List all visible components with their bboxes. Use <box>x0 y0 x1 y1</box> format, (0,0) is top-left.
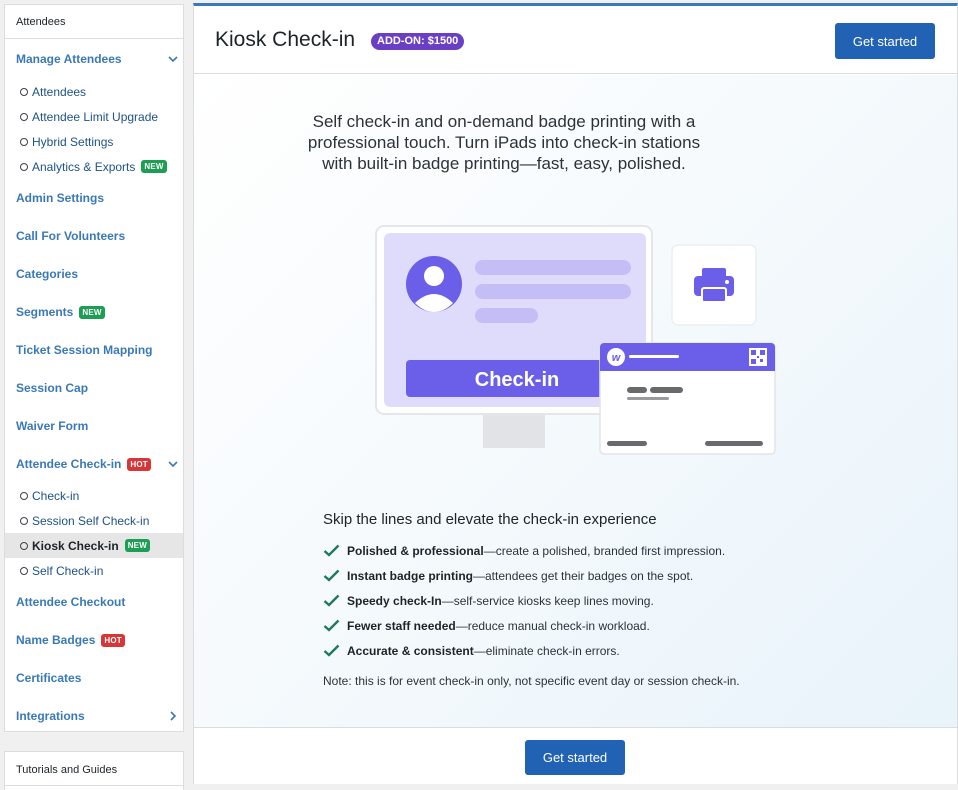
new-badge: NEW <box>124 539 150 552</box>
sidebar-item-integrations[interactable]: Integrations <box>5 697 183 735</box>
sidebar-item-categories[interactable]: Categories <box>5 255 183 293</box>
circle-icon <box>20 162 28 171</box>
check-icon <box>323 619 340 632</box>
sidebar-item-manage-attendees[interactable]: Manage Attendees <box>5 39 183 79</box>
sidebar-item-analytics-exports[interactable]: Analytics & Exports NEW <box>5 154 183 179</box>
sidebar-item-attendee-checkout[interactable]: Attendee Checkout <box>5 583 183 621</box>
sidebar-item-check-in[interactable]: Check-in <box>5 483 183 508</box>
hot-badge: HOT <box>101 633 125 647</box>
benefit-bold: Speedy check-In <box>347 593 442 608</box>
benefit-item: Accurate & consistent—eliminate check-in… <box>323 638 823 663</box>
sidebar-item-self-check-in[interactable]: Self Check-in <box>5 558 183 583</box>
badge-card: w <box>599 342 776 455</box>
new-badge: NEW <box>141 160 167 173</box>
benefit-bold: Fewer staff needed <box>347 618 456 633</box>
placeholder-line <box>475 260 631 275</box>
check-icon <box>323 544 340 557</box>
placeholder-line <box>475 308 538 323</box>
new-badge: NEW <box>79 305 105 319</box>
intro-text: Self check-in and on-demand badge printi… <box>307 112 701 173</box>
sidebar-item-session-self-check-in[interactable]: Session Self Check-in <box>5 508 183 533</box>
get-started-button-top[interactable]: Get started <box>835 23 935 59</box>
circle-icon <box>20 137 28 146</box>
sidebar-item-segments[interactable]: Segments NEW <box>5 293 183 331</box>
sidebar-item-kiosk-check-in[interactable]: Kiosk Check-in NEW <box>5 533 183 558</box>
chevron-down-icon <box>168 461 178 468</box>
circle-icon <box>20 541 28 550</box>
benefit-bold: Instant badge printing <box>347 568 473 583</box>
page-footer: Get started <box>194 727 957 784</box>
sidebar-item-hybrid-settings[interactable]: Hybrid Settings <box>5 129 183 154</box>
note-text: Note: this is for event check-in only, n… <box>323 674 740 688</box>
sidebar-item-attendee-check-in[interactable]: Attendee Check-in HOT <box>5 445 183 483</box>
circle-icon <box>20 87 28 96</box>
check-icon <box>323 569 340 582</box>
addon-price-badge: ADD-ON: $1500 <box>371 33 465 50</box>
benefits-title: Skip the lines and elevate the check-in … <box>323 511 657 528</box>
kiosk-illustration: Check-in w <box>375 225 776 455</box>
tutorials-header: Tutorials and Guides <box>5 752 183 786</box>
circle-icon <box>20 112 28 121</box>
benefit-text: —attendees get their badges on the spot. <box>473 568 694 583</box>
sidebar-item-certificates[interactable]: Certificates <box>5 659 183 697</box>
benefit-item: Polished & professional—create a polishe… <box>323 538 823 563</box>
chevron-down-icon <box>168 56 178 63</box>
sidebar-item-session-cap[interactable]: Session Cap <box>5 369 183 407</box>
benefit-bold: Polished & professional <box>347 543 484 558</box>
sidebar-item-call-for-volunteers[interactable]: Call For Volunteers <box>5 217 183 255</box>
kiosk-check-in-label: Check-in <box>475 369 559 391</box>
benefits-section: Skip the lines and elevate the check-in … <box>323 511 823 688</box>
hot-badge: HOT <box>127 457 151 471</box>
check-icon <box>323 594 340 607</box>
benefit-text: —reduce manual check-in workload. <box>455 618 650 633</box>
main-panel: Kiosk Check-in ADD-ON: $1500 Get started… <box>193 3 958 784</box>
benefit-text: —create a polished, branded first impres… <box>483 543 726 558</box>
user-avatar-icon <box>406 256 462 312</box>
benefit-item: Instant badge printing—attendees get the… <box>323 563 823 588</box>
benefit-item: Fewer staff needed—reduce manual check-i… <box>323 613 823 638</box>
badge-logo: w <box>612 352 622 364</box>
sidebar-item-attendees[interactable]: Attendees <box>5 79 183 104</box>
benefit-text: —self-service kiosks keep lines moving. <box>441 593 654 608</box>
qr-code-icon <box>749 348 767 366</box>
sidebar-item-ticket-session-mapping[interactable]: Ticket Session Mapping <box>5 331 183 369</box>
check-icon <box>323 644 340 657</box>
placeholder-line <box>475 284 631 299</box>
sidebar-item-admin-settings[interactable]: Admin Settings <box>5 179 183 217</box>
sidebar-item-waiver-form[interactable]: Waiver Form <box>5 407 183 445</box>
sidebar-item-attendee-limit-upgrade[interactable]: Attendee Limit Upgrade <box>5 104 183 129</box>
chevron-right-icon <box>170 711 177 721</box>
page-title: Kiosk Check-in <box>215 28 356 51</box>
circle-icon <box>20 491 28 500</box>
circle-icon <box>20 566 28 575</box>
sidebar-item-name-badges[interactable]: Name Badges HOT <box>5 621 183 659</box>
circle-icon <box>20 516 28 525</box>
sidebar-header: Attendees <box>5 5 183 39</box>
page-header: Kiosk Check-in ADD-ON: $1500 Get started <box>194 6 957 74</box>
feature-promo: Self check-in and on-demand badge printi… <box>194 75 957 727</box>
sidebar: Attendees Manage Attendees Attendees Att… <box>4 4 184 732</box>
benefit-item: Speedy check-In—self-service kiosks keep… <box>323 588 823 613</box>
get-started-button-bottom[interactable]: Get started <box>525 740 625 775</box>
kiosk-stand <box>483 410 545 448</box>
sidebar-menu: Manage Attendees Attendees Attendee Limi… <box>5 39 183 735</box>
benefit-bold: Accurate & consistent <box>347 643 474 658</box>
benefit-text: —eliminate check-in errors. <box>473 643 620 658</box>
tutorials-panel: Tutorials and Guides <box>4 751 184 790</box>
